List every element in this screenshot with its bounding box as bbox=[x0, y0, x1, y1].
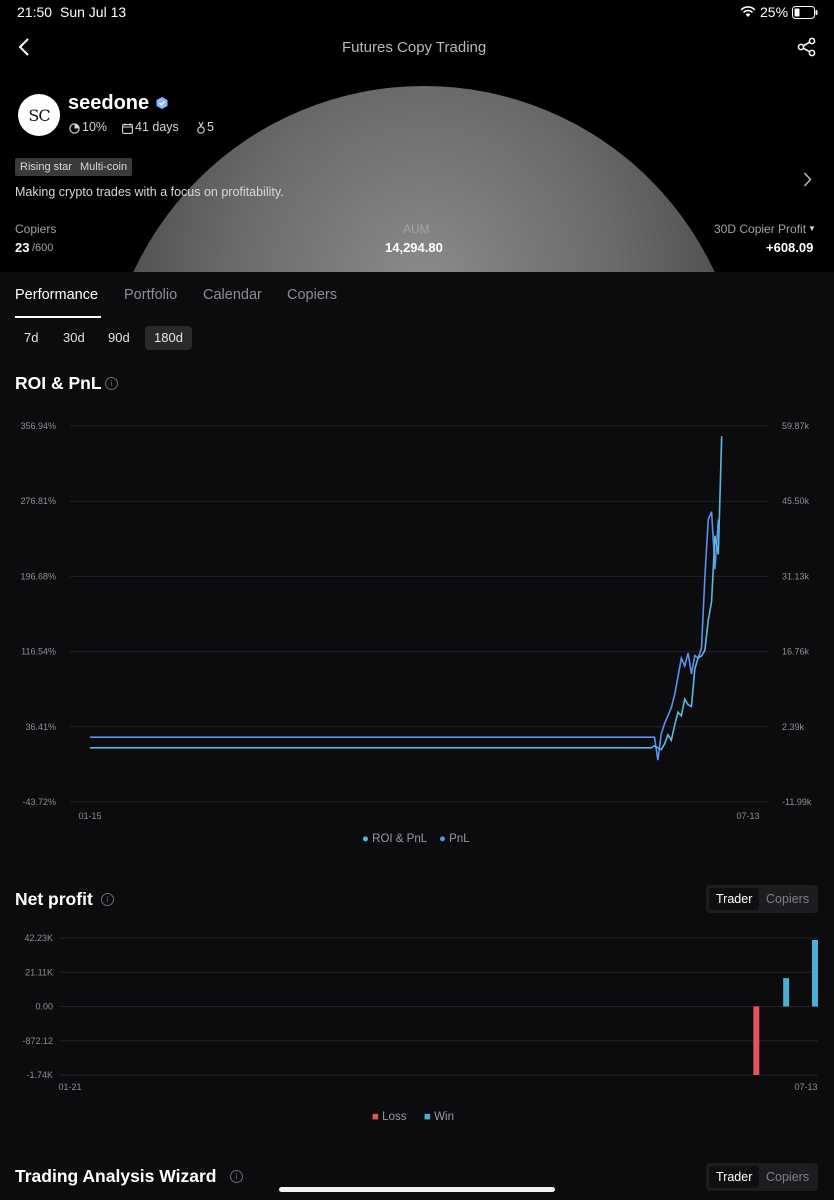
rank-value: 5 bbox=[207, 120, 214, 134]
x-end-tick-label: 07-13 bbox=[794, 1082, 817, 1092]
tag-rising-star: Rising star bbox=[15, 158, 77, 176]
net-toggle-copiers[interactable]: Copiers bbox=[759, 888, 816, 910]
range-90d[interactable]: 90d bbox=[99, 326, 139, 350]
dropdown-caret-icon[interactable]: ▼ bbox=[808, 224, 816, 233]
chevron-right-icon[interactable] bbox=[803, 172, 812, 192]
tab-portfolio[interactable]: Portfolio bbox=[124, 287, 177, 303]
tab-performance[interactable]: Performance bbox=[15, 287, 98, 303]
pnl-legend-label: PnL bbox=[449, 833, 470, 845]
y-right-tick-label: 2.39k bbox=[782, 722, 805, 732]
home-indicator bbox=[279, 1187, 555, 1192]
y-right-tick-label: 59.87k bbox=[782, 421, 810, 431]
x-start-tick-label: 01-15 bbox=[78, 811, 101, 821]
roi-share: 10% bbox=[82, 120, 108, 134]
y-tick-label: 42.23K bbox=[24, 933, 53, 943]
range-30d[interactable]: 30d bbox=[54, 326, 94, 350]
verified-badge-icon bbox=[155, 96, 169, 115]
y-tick-label: -1.74K bbox=[26, 1070, 53, 1080]
active-tab-indicator bbox=[15, 316, 101, 318]
battery-icon bbox=[792, 6, 818, 24]
back-button[interactable] bbox=[17, 38, 31, 61]
roi-info-icon[interactable]: i bbox=[105, 377, 118, 390]
roi-share-icon bbox=[69, 121, 80, 139]
win-bar bbox=[812, 939, 818, 1007]
copier-profit-label[interactable]: 30D Copier Profit bbox=[714, 222, 806, 236]
net-profit-chart: 42.23K 21.11K 0.00 -872.12 -1.74K 01-21 07-13 bbox=[22, 933, 818, 1092]
wizard-info-icon[interactable]: i bbox=[230, 1170, 243, 1183]
roi-pnl-chart: 356.94% 59.87k 276.81% 45.50k 196.68% 31.13k 1… bbox=[20, 421, 812, 821]
copiers-value: 23 bbox=[15, 240, 30, 255]
y-left-tick-label: 116.54% bbox=[21, 647, 56, 657]
tab-calendar[interactable]: Calendar bbox=[203, 287, 262, 303]
pnl-legend-item: ● PnL bbox=[439, 833, 470, 845]
y-left-tick-label: 36.41% bbox=[25, 722, 56, 732]
pnl-series-line bbox=[90, 511, 720, 761]
x-start-tick-label: 01-21 bbox=[58, 1082, 81, 1092]
net-toggle-trader[interactable]: Trader bbox=[709, 888, 760, 910]
copiers-label: Copiers bbox=[15, 222, 57, 236]
trading-days: 41 days bbox=[135, 120, 179, 134]
status-time: 21:50 bbox=[17, 4, 53, 20]
y-left-tick-label: 196.68% bbox=[20, 571, 56, 581]
calendar-icon bbox=[122, 121, 133, 139]
y-left-tick-label: 276.81% bbox=[20, 496, 56, 506]
aum-label: AUM bbox=[403, 222, 430, 236]
wizard-title: Trading Analysis Wizard bbox=[15, 1166, 217, 1186]
wizard-toggle-trader[interactable]: Trader bbox=[709, 1166, 760, 1188]
y-right-tick-label: -11.99k bbox=[782, 797, 812, 807]
wizard-toggle-copiers[interactable]: Copiers bbox=[759, 1166, 816, 1188]
roi-legend-item: ● ROI & PnL bbox=[362, 833, 428, 845]
share-icon[interactable] bbox=[797, 37, 817, 62]
net-profit-title: Net profit bbox=[15, 889, 93, 909]
tag-multi-coin: Multi-coin bbox=[75, 158, 133, 176]
win-bar bbox=[783, 978, 790, 1007]
roi-legend-label: ROI & PnL bbox=[372, 833, 428, 845]
wifi-icon bbox=[740, 5, 756, 23]
status-date: Sun Jul 13 bbox=[60, 4, 127, 20]
range-180d[interactable]: 180d bbox=[145, 326, 192, 350]
y-right-tick-label: 16.76k bbox=[782, 647, 810, 657]
wizard-toggle: Trader Copiers bbox=[706, 1163, 818, 1191]
copiers-max: /600 bbox=[32, 242, 54, 254]
y-left-tick-label: 356.94% bbox=[20, 421, 56, 431]
y-tick-label: 21.11K bbox=[25, 967, 53, 977]
loss-legend-item: ■ Loss bbox=[372, 1111, 407, 1123]
net-profit-info-icon[interactable]: i bbox=[101, 893, 114, 906]
y-right-tick-label: 45.50k bbox=[782, 496, 810, 506]
tab-copiers[interactable]: Copiers bbox=[287, 287, 337, 303]
medal-icon bbox=[197, 121, 205, 139]
y-tick-label: 0.00 bbox=[35, 1002, 53, 1012]
trader-description: Making crypto trades with a focus on pro… bbox=[15, 185, 284, 199]
avatar: SC bbox=[18, 94, 60, 136]
y-tick-label: -872.12 bbox=[22, 1036, 53, 1046]
loss-bar bbox=[753, 1006, 760, 1075]
win-legend-item: ■ Win bbox=[424, 1111, 454, 1123]
copier-profit-value: +608.09 bbox=[766, 240, 814, 255]
y-left-tick-label: -43.72% bbox=[22, 797, 56, 807]
trader-name: seedone bbox=[68, 92, 150, 114]
range-7d[interactable]: 7d bbox=[15, 326, 47, 350]
x-end-tick-label: 07-13 bbox=[736, 811, 759, 821]
avatar-text: SC bbox=[28, 105, 50, 125]
win-legend-label: Win bbox=[434, 1111, 454, 1123]
y-right-tick-label: 31.13k bbox=[782, 571, 810, 581]
roi-pnl-title: ROI & PnL bbox=[15, 373, 102, 393]
roi-series-line bbox=[90, 436, 723, 751]
net-profit-toggle: Trader Copiers bbox=[706, 885, 818, 913]
loss-legend-label: Loss bbox=[382, 1111, 407, 1123]
battery-percent: 25% bbox=[760, 4, 789, 20]
page-title: Futures Copy Trading bbox=[342, 39, 487, 56]
aum-value: 14,294.80 bbox=[385, 240, 443, 255]
